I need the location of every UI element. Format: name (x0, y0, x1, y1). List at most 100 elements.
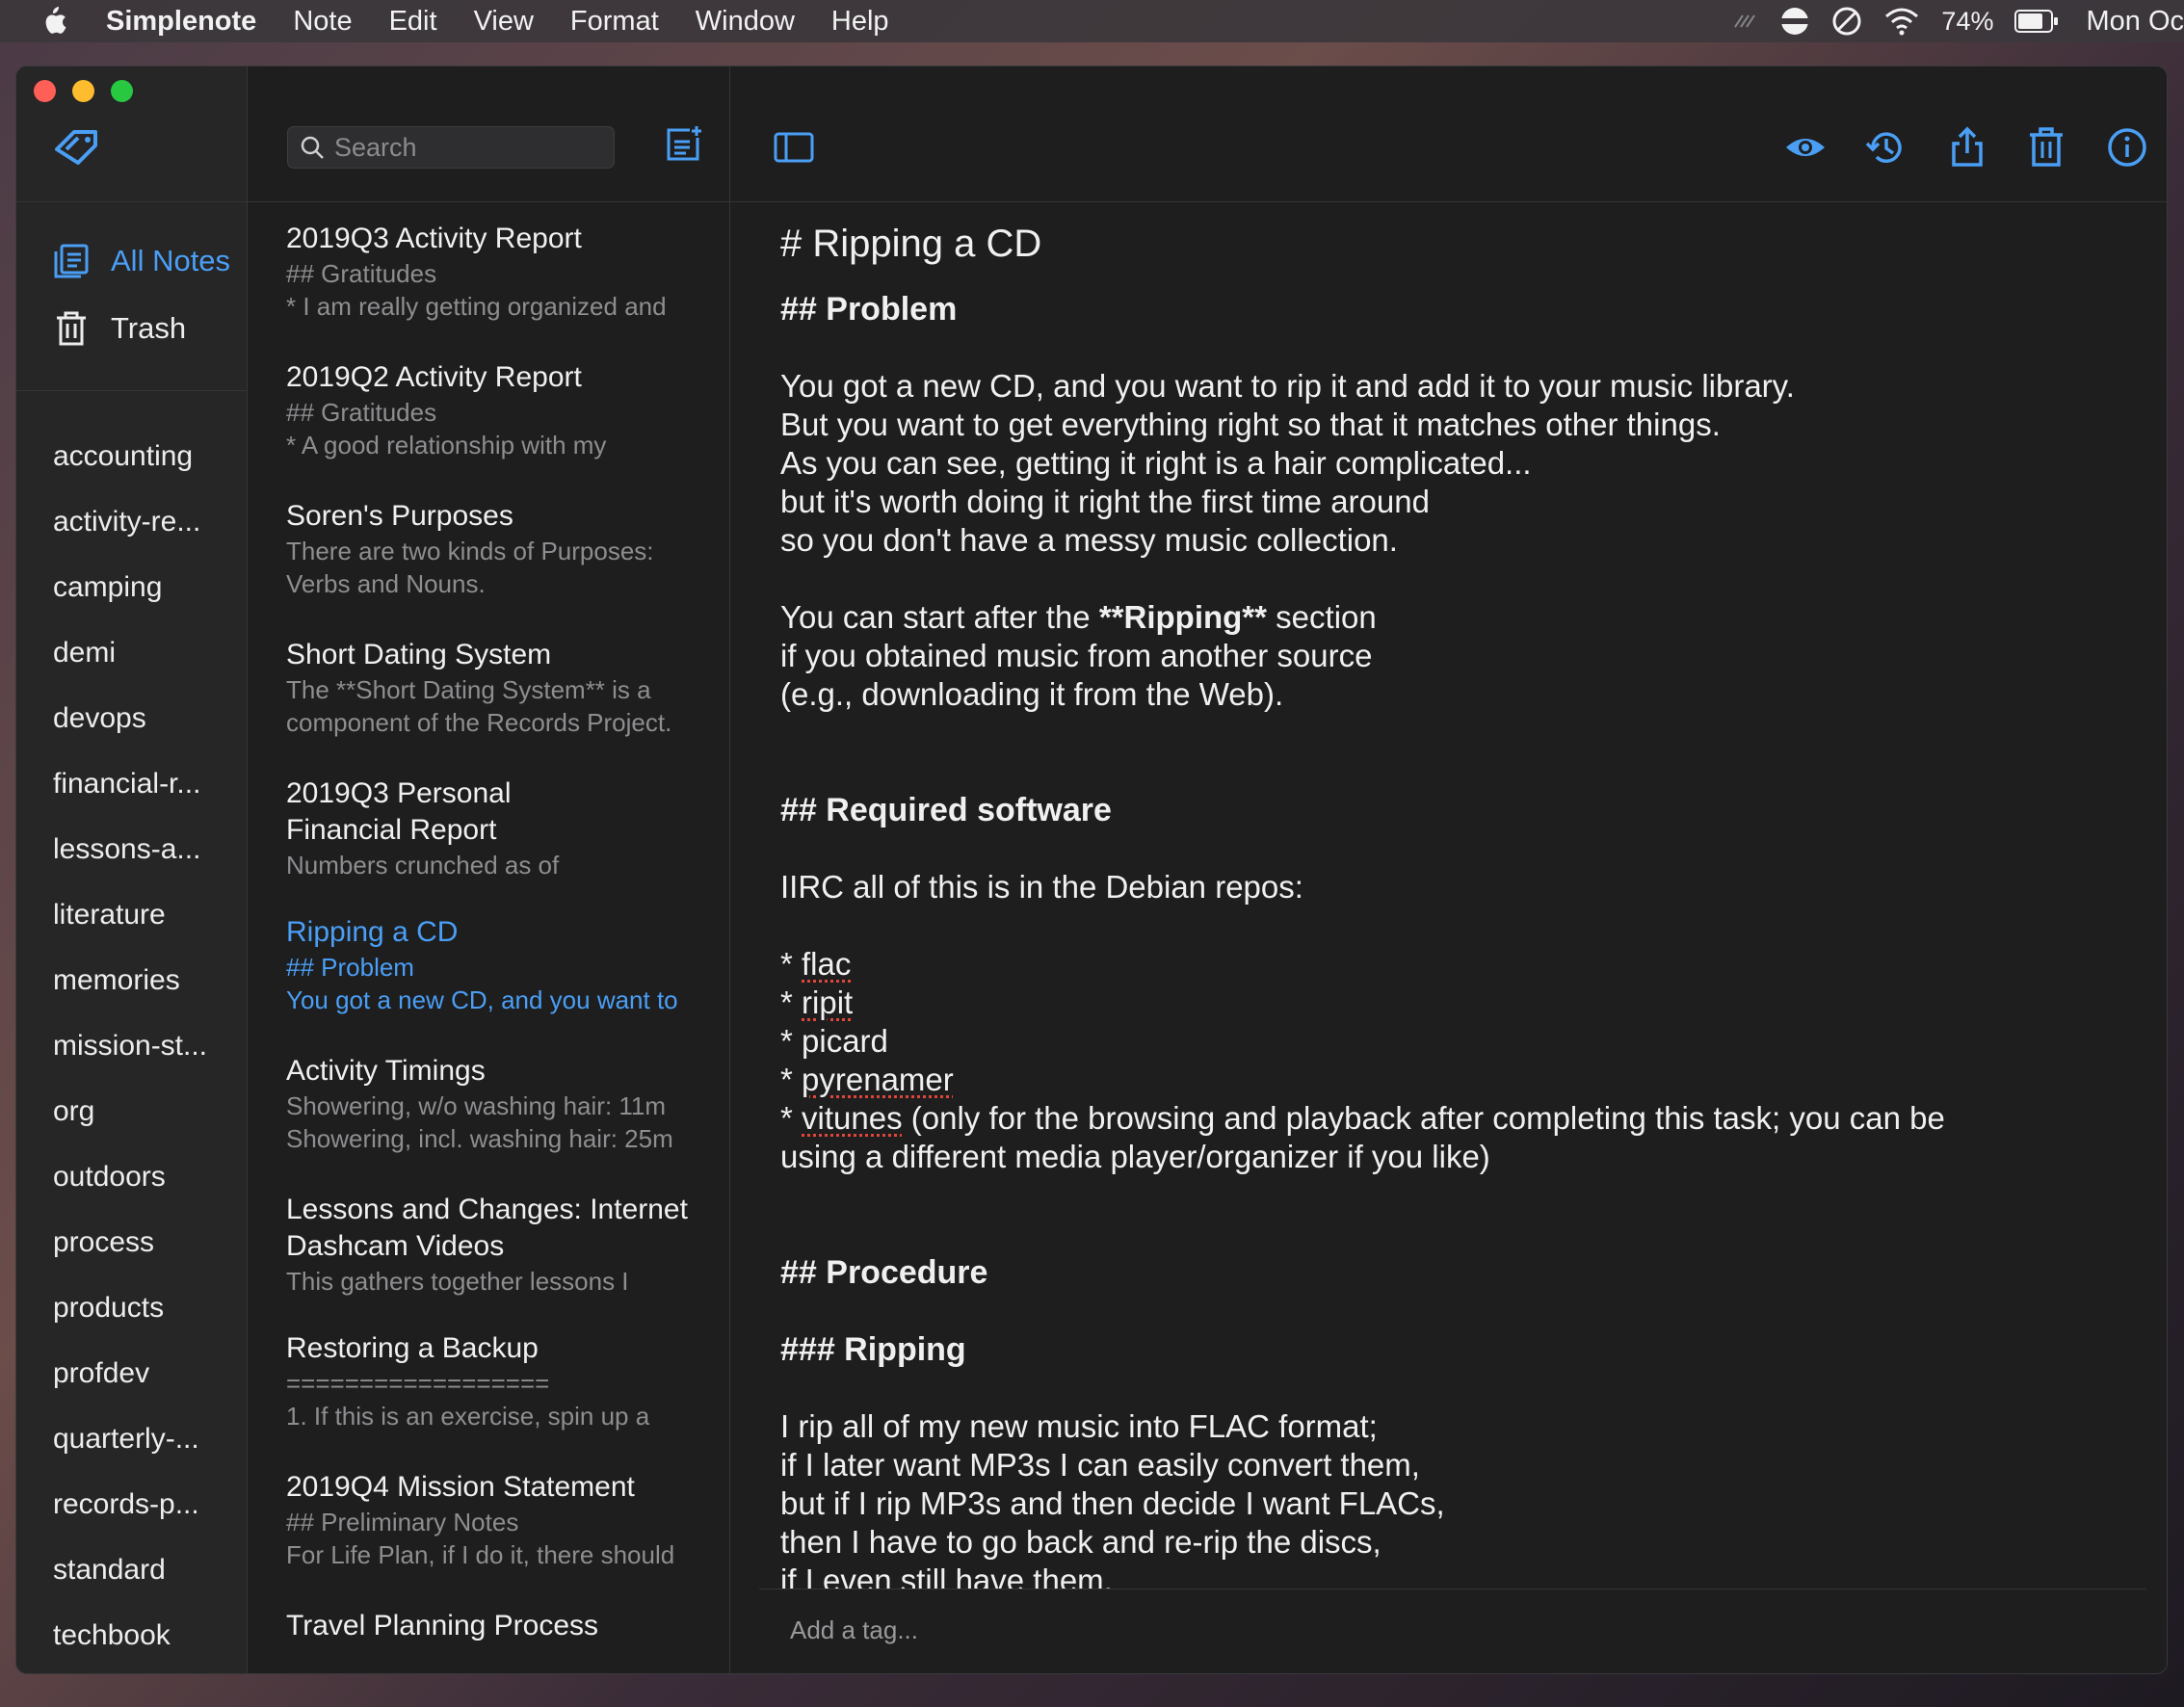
share-icon[interactable] (1946, 126, 1988, 169)
toggle-sidebar-icon[interactable] (773, 126, 815, 169)
misspelled-word: ripit (802, 985, 854, 1020)
tag-item[interactable]: literature (53, 899, 207, 964)
note-title: 2019Q3 Activity Report (286, 223, 582, 254)
note-item[interactable]: Travel Planning Process (286, 1608, 720, 1673)
tag-item[interactable]: outdoors (53, 1161, 207, 1226)
list-text: picard (802, 1023, 888, 1059)
divider (248, 201, 730, 202)
tag-item[interactable]: org (53, 1095, 207, 1161)
notes-list: 2019Q3 Activity Report ## Gratitudes * I… (286, 221, 720, 1673)
tag-item[interactable]: demi (53, 637, 207, 702)
tag-item[interactable]: accounting (53, 440, 207, 506)
note-item[interactable]: Soren's Purposes There are two kinds of … (286, 498, 720, 637)
new-note-icon[interactable] (665, 124, 703, 163)
note-item[interactable]: Activity Timings Showering, w/o washing … (286, 1053, 720, 1192)
tag-item[interactable]: techbook (53, 1619, 207, 1673)
tag-item[interactable]: lessons-a... (53, 833, 207, 899)
section-heading: ### Ripping (780, 1331, 966, 1368)
minimize-window-button[interactable] (72, 80, 94, 102)
search-box[interactable] (287, 126, 615, 169)
zoom-window-button[interactable] (111, 80, 133, 102)
nav-all-notes[interactable]: All Notes (53, 243, 230, 279)
text-line: but if I rip MP3s and then decide I want… (780, 1485, 1445, 1521)
tag-item[interactable]: devops (53, 702, 207, 768)
tag-item[interactable]: products (53, 1292, 207, 1357)
note-preview: ## Gratitudes (286, 398, 437, 427)
battery-icon[interactable] (2014, 9, 2059, 34)
sync-icon[interactable] (1731, 10, 1758, 33)
text-line: but it's worth doing it right the first … (780, 484, 1430, 519)
menu-app-name[interactable]: Simplenote (106, 6, 256, 38)
tag-item[interactable]: profdev (53, 1357, 207, 1423)
note-preview: * I am really getting organized and (286, 292, 667, 321)
tag-item[interactable]: quarterly-... (53, 1423, 207, 1488)
note-preview: * A good relationship with my (286, 431, 607, 460)
tag-item[interactable]: records-p... (53, 1488, 207, 1554)
wifi-icon[interactable] (1883, 7, 1920, 36)
menu-note[interactable]: Note (293, 6, 352, 38)
note-heading: # Ripping a CD (780, 223, 1042, 265)
note-preview: component of the Records Project. (286, 708, 672, 737)
trash-icon[interactable] (2025, 126, 2067, 169)
tag-list: accounting activity-re... camping demi d… (53, 440, 207, 1673)
search-input[interactable] (334, 132, 604, 163)
tag-item[interactable]: mission-st... (53, 1030, 207, 1095)
note-item[interactable]: 2019Q3 Personal Financial Report Numbers… (286, 775, 720, 914)
menu-edit[interactable]: Edit (389, 6, 437, 38)
bold-text: **Ripping** (1098, 599, 1267, 635)
nav-trash[interactable]: Trash (53, 310, 186, 347)
info-icon[interactable] (2106, 126, 2148, 169)
close-window-button[interactable] (34, 80, 56, 102)
tag-item[interactable]: camping (53, 571, 207, 637)
trash-icon (57, 311, 86, 346)
apple-icon[interactable] (39, 5, 67, 38)
misspelled-word: pyrenamer (802, 1062, 954, 1097)
tag-item[interactable]: process (53, 1226, 207, 1292)
simplenote-tag-icon[interactable] (53, 126, 101, 169)
note-title-line2: Financial Report (286, 814, 497, 846)
note-title: Short Dating System (286, 639, 552, 670)
menu-window[interactable]: Window (696, 6, 795, 38)
tag-item[interactable]: financial-r... (53, 768, 207, 833)
list-text: (only for the browsing and playback afte… (902, 1100, 1945, 1136)
note-preview: The **Short Dating System** is a (286, 675, 651, 704)
list-item: * vitunes (only for the browsing and pla… (780, 1099, 2148, 1138)
bullet: * (780, 1100, 803, 1136)
note-item[interactable]: Restoring a Backup ================== 1.… (286, 1330, 720, 1469)
tag-item[interactable]: standard (53, 1554, 207, 1619)
do-not-disturb-icon[interactable] (1831, 6, 1862, 37)
menubar-clock[interactable]: Mon Oc (2086, 6, 2184, 38)
add-tag-input[interactable] (790, 1615, 1272, 1645)
note-editor-text[interactable]: # Ripping a CD ## Problem You got a new … (780, 219, 2148, 1654)
bartender-icon[interactable] (1779, 6, 1810, 37)
note-item[interactable]: Short Dating System The **Short Dating S… (286, 637, 720, 775)
macos-menubar: Simplenote Note Edit View Format Window … (0, 0, 2184, 42)
note-preview: There are two kinds of Purposes: (286, 537, 654, 565)
menu-help[interactable]: Help (831, 6, 889, 38)
misspelled-word: vitunes (802, 1100, 903, 1136)
note-item-selected[interactable]: Ripping a CD ## Problem You got a new CD… (286, 914, 720, 1053)
text-line: I rip all of my new music into FLAC form… (780, 1408, 1378, 1444)
menu-format[interactable]: Format (570, 6, 659, 38)
note-item[interactable]: Lessons and Changes: Internet Dashcam Vi… (286, 1192, 720, 1330)
app-window: All Notes Trash accounting activity-re..… (15, 66, 2168, 1674)
note-preview: You got a new CD, and you want to (286, 985, 678, 1014)
tag-item[interactable]: activity-re... (53, 506, 207, 571)
note-item[interactable]: 2019Q4 Mission Statement ## Preliminary … (286, 1469, 720, 1608)
list-item: * ripit (780, 984, 2148, 1022)
note-title: 2019Q2 Activity Report (286, 361, 582, 393)
note-preview: ## Preliminary Notes (286, 1508, 519, 1536)
note-preview: Verbs and Nouns. (286, 569, 486, 598)
bullet: * (780, 1062, 803, 1097)
nav-trash-label: Trash (111, 311, 187, 345)
note-item[interactable]: 2019Q3 Activity Report ## Gratitudes * I… (286, 221, 720, 359)
note-item[interactable]: 2019Q2 Activity Report ## Gratitudes * A… (286, 359, 720, 498)
history-icon[interactable] (1865, 126, 1908, 169)
preview-eye-icon[interactable] (1784, 126, 1827, 169)
note-title: Ripping a CD (286, 916, 459, 948)
window-controls (34, 80, 149, 102)
note-preview: Showering, incl. washing hair: 25m (286, 1124, 673, 1153)
menu-view[interactable]: View (474, 6, 534, 38)
note-title: Activity Timings (286, 1055, 486, 1087)
tag-item[interactable]: memories (53, 964, 207, 1030)
